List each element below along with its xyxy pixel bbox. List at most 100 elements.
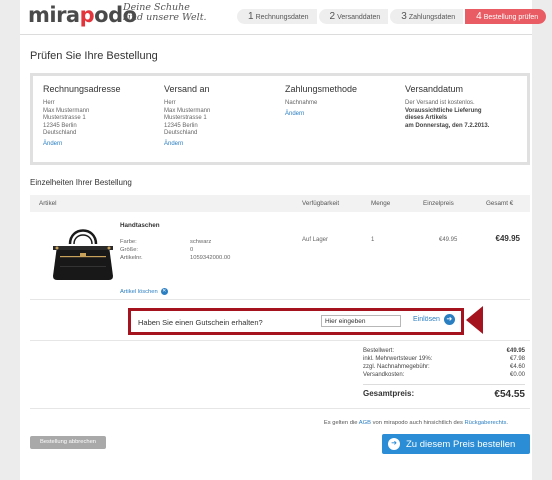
agb-link[interactable]: AGB	[359, 420, 371, 426]
grand-total-row: Gesamtpreis: €54.55	[363, 384, 525, 400]
address-line: 12345 Berlin	[164, 122, 198, 129]
divider	[20, 34, 532, 35]
edit-shipping-link[interactable]: Ändern	[164, 141, 274, 149]
terms-text: Es gelten die	[323, 420, 358, 426]
attr-label: Artikelnr.	[120, 255, 143, 261]
step-payment[interactable]: 3 Zahlungsdaten	[390, 9, 464, 24]
table-row: Handtaschen Farbe: Größe: Artikelnr. sch…	[30, 212, 530, 300]
step-billing[interactable]: 1 Rechnungsdaten	[237, 9, 317, 24]
totals-row: zzgl. Nachnahmegebühr: €4.60	[363, 363, 525, 371]
shipping-date-title: Versanddatum	[405, 84, 464, 94]
highlight-arrow-icon	[466, 306, 483, 334]
terms-text: von mirapodo auch hinsichtlich des	[372, 420, 463, 426]
mirapodo-logo[interactable]: mirapodo	[28, 3, 137, 27]
tagline-line: sind unsere Welt.	[123, 12, 207, 23]
attr-value: 0	[190, 247, 194, 253]
step-label: Zahlungsdaten	[408, 14, 456, 21]
totals-label: zzgl. Nachnahmegebühr:	[363, 364, 430, 370]
divider	[30, 408, 530, 409]
step-review: 4 Bestellung prüfen	[465, 9, 547, 24]
attr-value: schwarz	[190, 239, 212, 245]
address-line: Musterstrasse 1	[43, 115, 86, 122]
step-label: Rechnungsdaten	[255, 14, 309, 21]
totals-value: €0.00	[509, 372, 525, 378]
header-unit-price: Einzelpreis	[423, 200, 454, 207]
page-title: Prüfen Sie Ihre Bestellung	[30, 50, 158, 62]
step-number: 1	[248, 11, 254, 22]
address-line: Musterstrasse 1	[164, 115, 207, 122]
header-article: Artikel	[39, 200, 57, 207]
grand-total-value: €54.55	[494, 389, 525, 400]
totals-row: Bestellwert: €49.95	[363, 347, 525, 355]
shipping-date-column: Versanddatum Der Versand ist kostenlos. …	[405, 84, 525, 130]
step-shipping[interactable]: 2 Versanddaten	[318, 9, 389, 24]
shipping-title: Versand an	[164, 84, 210, 94]
totals-value: €4.60	[509, 364, 525, 370]
attr-label: Farbe:	[120, 239, 137, 245]
edit-payment-link[interactable]: Ändern	[285, 111, 395, 119]
terms-notice: Es gelten die AGB von mirapodo auch hins…	[324, 420, 508, 426]
arrow-right-icon: ➜	[388, 438, 400, 450]
totals-label: Bestellwert:	[363, 348, 395, 354]
grand-total-label: Gesamtpreis:	[363, 389, 415, 398]
place-order-label: Zu diesem Preis bestellen	[406, 438, 516, 450]
header: mirapodo Deine Schuhe sind unsere Welt. …	[20, 0, 547, 34]
payment-method: Nachnahme	[285, 100, 318, 106]
return-policy-link[interactable]: Rückgaberechts	[464, 420, 506, 426]
tagline: Deine Schuhe sind unsere Welt.	[123, 3, 207, 23]
remove-item-label: Artikel löschen	[120, 288, 158, 295]
payment-title: Zahlungsmethode	[285, 84, 358, 94]
delivery-estimate: Voraussichtliche Lieferung	[405, 107, 482, 114]
divider	[30, 340, 530, 341]
shipping-cost-note: Der Versand ist kostenlos.	[405, 100, 475, 106]
table-header: Artikel Verfügbarkeit Menge Einzelpreis …	[30, 195, 530, 212]
unit-price-value: €49.95	[439, 237, 458, 243]
place-order-button[interactable]: ➜ Zu diesem Preis bestellen	[382, 434, 530, 454]
header-availability: Verfügbarkeit	[302, 200, 340, 207]
logo-accent: p	[79, 3, 95, 27]
header-total: Gesamt €	[486, 200, 514, 207]
cancel-order-button[interactable]: Bestellung abbrechen	[30, 436, 106, 449]
checkout-steps: 1 Rechnungsdaten 2 Versanddaten 3 Zahlungsd…	[237, 9, 548, 24]
step-number: 4	[476, 11, 482, 22]
voucher-box: Haben Sie einen Gutschein erhalten? Einl…	[128, 308, 464, 335]
address-line: Herr	[164, 100, 176, 106]
quantity-value: 1	[371, 237, 375, 243]
order-details-title: Einzelheiten Ihrer Bestellung	[30, 178, 132, 187]
order-totals: Bestellwert: €49.95 inkl. Mehrwertsteuer …	[363, 347, 525, 400]
address-line: Deutschland	[164, 130, 198, 137]
logo-text: mira	[28, 3, 80, 27]
totals-value: €49.95	[506, 348, 525, 354]
address-line: 12345 Berlin	[43, 122, 77, 129]
remove-item-link[interactable]: Artikel löschen ✕	[120, 288, 168, 295]
step-number: 2	[329, 11, 336, 22]
payment-method-column: Zahlungsmethode Nachnahme Ändern	[285, 84, 395, 118]
checkout-page: mirapodo Deine Schuhe sind unsere Welt. …	[20, 0, 547, 480]
totals-row: Versandkosten: €0.00	[363, 371, 525, 379]
header-quantity: Menge	[371, 200, 391, 207]
billing-address-column: Rechnungsadresse Herr Max Mustermann Mus…	[43, 84, 153, 149]
redeem-voucher-button[interactable]: Einlösen ➜	[413, 314, 455, 325]
address-line: Herr	[43, 100, 55, 106]
shipping-address-column: Versand an Herr Max Mustermann Musterstr…	[164, 84, 274, 149]
totals-value: €7.98	[509, 356, 525, 362]
address-line: Deutschland	[43, 130, 77, 137]
attr-label: Größe:	[120, 247, 139, 253]
product-attribute-values: schwarz 0 1059342000.00	[190, 238, 230, 262]
step-number: 3	[401, 11, 407, 22]
delivery-estimate: am Donnerstag, den 7.2.2013.	[405, 122, 490, 129]
delivery-estimate: dieses Artikels	[405, 115, 448, 122]
handbag-image[interactable]	[50, 222, 116, 282]
billing-title: Rechnungsadresse	[43, 84, 121, 94]
terms-text: .	[506, 420, 508, 426]
availability-value: Auf Lager	[302, 237, 329, 243]
step-label: Versanddaten	[337, 14, 381, 21]
address-line: Max Mustermann	[43, 107, 90, 114]
totals-row: inkl. Mehrwertsteuer 19%: €7.98	[363, 355, 525, 363]
order-summary-box: Rechnungsadresse Herr Max Mustermann Mus…	[30, 73, 530, 165]
item-total-value: €49.95	[495, 234, 520, 243]
voucher-code-input[interactable]	[321, 315, 401, 327]
product-name[interactable]: Handtaschen	[120, 222, 160, 229]
totals-label: inkl. Mehrwertsteuer 19%:	[363, 356, 433, 362]
edit-billing-link[interactable]: Ändern	[43, 141, 153, 149]
